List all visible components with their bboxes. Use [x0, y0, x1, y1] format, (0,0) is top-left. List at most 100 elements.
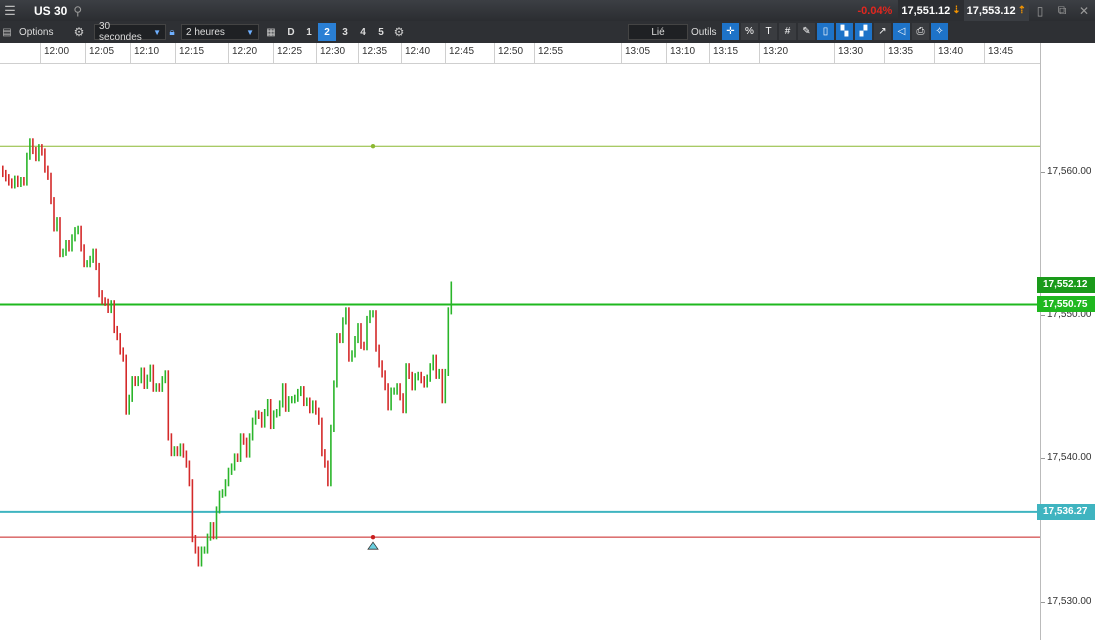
- price-bar-down: [83, 244, 85, 268]
- bid-price-button[interactable]: 17,551.12 ⇣: [898, 0, 964, 21]
- list-icon[interactable]: ▤: [0, 21, 14, 43]
- price-bar-down: [423, 376, 425, 388]
- candle-icon[interactable]: ▯: [817, 23, 834, 40]
- line-chart-icon[interactable]: ▞: [855, 23, 872, 40]
- text-tool-icon[interactable]: T: [760, 23, 777, 40]
- period-1-button[interactable]: 1: [300, 23, 318, 41]
- trend-icon[interactable]: ↗: [874, 23, 891, 40]
- price-bar-up: [263, 409, 266, 428]
- price-bar-down: [384, 370, 386, 391]
- options-button[interactable]: Options: [19, 21, 69, 43]
- price-bar-down: [348, 307, 350, 362]
- price-bar-up: [417, 371, 419, 381]
- price-bar-up: [372, 310, 374, 318]
- lock-icon[interactable]: 🔒︎: [166, 21, 178, 43]
- price-bar-up: [266, 399, 269, 417]
- price-tick-label: 17,540.00: [1047, 452, 1092, 464]
- time-tick-label: 12:55: [538, 46, 564, 57]
- grid-icon[interactable]: #: [779, 23, 796, 40]
- linked-button[interactable]: Lié: [628, 24, 688, 40]
- price-bar-down: [408, 363, 410, 379]
- print-icon[interactable]: ⎙: [912, 23, 929, 40]
- menu-icon[interactable]: ☰: [0, 0, 20, 21]
- price-bar-down: [98, 262, 100, 298]
- price-bar-up: [215, 506, 218, 540]
- teal-level-tag[interactable]: 17,536.27: [1037, 503, 1095, 520]
- price-bar-up: [366, 315, 368, 351]
- price-bar-up: [405, 363, 407, 414]
- price-bar-up: [26, 152, 28, 186]
- tag-icon[interactable]: ◁: [893, 23, 910, 40]
- line-anchor-dot[interactable]: [370, 534, 376, 540]
- pencil-icon[interactable]: ✎: [798, 23, 815, 40]
- ask-price-button[interactable]: 17,553.12 ⇡: [963, 0, 1029, 21]
- period-3-button[interactable]: 3: [336, 23, 354, 41]
- price-bar-up: [390, 387, 392, 411]
- price-tick-label: 17,560.00: [1047, 166, 1092, 177]
- price-bar-down: [212, 522, 215, 540]
- price-bar-up: [342, 317, 344, 344]
- last-price-tag[interactable]: 17,552.12: [1037, 276, 1095, 293]
- calendar-icon[interactable]: ▦: [263, 21, 279, 43]
- time-tick: [709, 43, 710, 63]
- alert-marker-icon[interactable]: [367, 541, 379, 550]
- chart-settings-gear-icon[interactable]: ⚙: [390, 21, 408, 43]
- title-bar: ☰ US 30 ⚲ -0.04% 17,551.12 ⇣ 17,553.12 ⇡…: [0, 0, 1095, 21]
- search-icon[interactable]: ⚲: [73, 4, 82, 18]
- price-bar-up: [140, 367, 143, 384]
- range-select[interactable]: 2 heures ▼: [181, 24, 259, 40]
- bar-chart-icon[interactable]: ▚: [836, 23, 853, 40]
- scroll-icon[interactable]: ▯: [1029, 0, 1051, 21]
- price-bar-up: [74, 227, 76, 242]
- time-tick: [884, 43, 885, 63]
- settings-gear-icon[interactable]: ⚙: [69, 21, 89, 43]
- period-2-button[interactable]: 2: [318, 23, 336, 41]
- price-bar-up: [137, 376, 139, 387]
- price-bar-down: [23, 177, 25, 186]
- percent-icon[interactable]: %: [741, 23, 758, 40]
- price-bar-down: [402, 393, 404, 414]
- price-bar-down: [101, 290, 103, 305]
- price-bar-up: [218, 490, 221, 514]
- price-bar-down: [152, 364, 155, 392]
- detach-icon[interactable]: ⧉: [1051, 0, 1073, 21]
- time-tick-label: 12:10: [134, 46, 160, 57]
- ask-price: 17,553.12: [966, 4, 1016, 17]
- price-bar-up: [330, 424, 332, 487]
- time-tick: [401, 43, 402, 63]
- line-anchor-dot[interactable]: [370, 144, 376, 149]
- period-5-button[interactable]: 5: [372, 23, 390, 41]
- instrument-symbol[interactable]: US 30: [34, 4, 67, 18]
- price-bar-up: [291, 396, 293, 404]
- price-bar-down: [381, 360, 383, 378]
- time-tick-label: 13:10: [670, 46, 696, 57]
- close-icon[interactable]: ✕: [1073, 0, 1095, 21]
- price-bar-down: [107, 298, 109, 313]
- price-bar-down: [32, 138, 34, 155]
- time-tick: [666, 43, 667, 63]
- period-4-button[interactable]: 4: [354, 23, 372, 41]
- price-tick: [1041, 172, 1045, 173]
- green-level-tag[interactable]: 17,550.75: [1037, 296, 1095, 313]
- interval-select[interactable]: 30 secondes ▼: [94, 21, 166, 43]
- price-chart[interactable]: [0, 64, 1040, 640]
- price-bar-up: [155, 383, 158, 392]
- price-bar-down: [420, 371, 422, 384]
- price-bar-up: [149, 364, 152, 382]
- price-bar-up: [230, 463, 233, 475]
- magic-icon[interactable]: ✧: [931, 23, 948, 40]
- price-bar-up: [450, 281, 453, 315]
- price-bar-down: [182, 443, 185, 458]
- time-tick: [40, 43, 41, 63]
- drawing-tools: ✛ % T # ✎ ▯ ▚ ▞ ↗ ◁ ⎙ ✧: [720, 23, 948, 40]
- price-bar-up: [336, 333, 338, 388]
- price-bar-up: [306, 397, 308, 407]
- price-bar-up: [444, 368, 447, 404]
- ask-arrow-icon: ⇡: [1017, 5, 1026, 16]
- price-bar-down: [176, 446, 179, 457]
- period-d-button[interactable]: D: [282, 23, 300, 41]
- price-bar-down: [236, 453, 239, 462]
- crosshair-tool-icon[interactable]: ✛: [722, 23, 739, 40]
- price-bar-up: [110, 300, 112, 314]
- time-tick-label: 13:20: [763, 46, 789, 57]
